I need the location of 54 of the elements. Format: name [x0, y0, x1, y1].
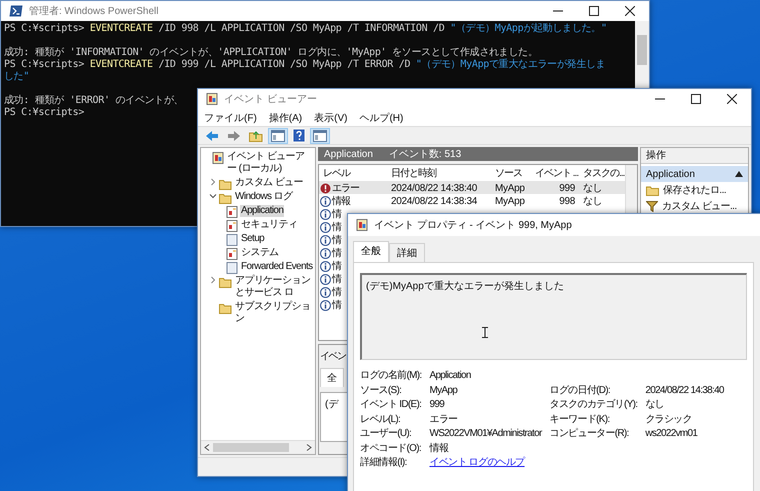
window-title: イベント ビューアー [224, 93, 318, 106]
console-line: 成功: 種類が 'ERROR' のイベントが、 [4, 94, 184, 107]
actions-header: 操作 [641, 148, 748, 164]
level-text: 情報 [332, 194, 350, 208]
console-line: PS C:¥scripts> [4, 107, 84, 119]
field-value: ws2022vm01 [645, 428, 698, 440]
field-label: イベント ID(E): [360, 399, 422, 411]
field-label: キーワード(K): [550, 414, 610, 426]
window-title: 管理者: Windows PowerShell [29, 4, 160, 18]
field-value: クラシック [645, 414, 692, 426]
level-text: 情 [332, 260, 341, 273]
field-value: 999 [429, 399, 444, 411]
console-line: した" [4, 71, 30, 83]
table-cell-text: 2024/08/22 14:38:34 [390, 196, 478, 206]
field-value: なし [645, 399, 664, 411]
field-value: MyApp [429, 384, 458, 396]
field-label: 詳細情報(I): [360, 457, 407, 469]
table-cell-text: MyApp [494, 182, 526, 194]
field-label: ソース(S): [360, 384, 402, 396]
console-line: PS C:¥scripts> EVENTCREATE /ID 998 /L APPLICATION /SO MyApp /T INFORMATION /D "（デモ）MyAppが起動しました。" [4, 23, 607, 35]
panel-title: イベン [320, 350, 346, 363]
table-cell-text: 2024/08/22 14:38:40 [390, 182, 478, 194]
event-count: イベント数: 513 [388, 148, 462, 161]
field-value: エラー [429, 414, 458, 426]
table-cell-text: なし [582, 195, 604, 208]
console-line: PS C:¥scripts> EVENTCREATE /ID 999 /L APPLICATION /SO MyApp /T ERROR /D "（デモ）MyAppで重大なエラーが発生しま [4, 59, 606, 71]
field-label: ログの名前(M): [360, 370, 422, 382]
field-value: WS2022VM01¥Administrator [429, 428, 542, 440]
table-cell-text: なし [582, 182, 604, 195]
field-label: レベル(L): [360, 414, 400, 426]
level-text: 情 [332, 272, 341, 286]
level-text: 情 [332, 234, 341, 247]
field-label: ユーザー(U): [360, 428, 412, 440]
field-label: コンピューター(R): [550, 428, 629, 440]
console-line: 成功: 種類が 'INFORMATION' のイベントが、'APPLICATION' ログ内に、'MyApp' をソースとして作成されました。 [4, 46, 538, 58]
message-text: (デモ)MyAppで重大なエラーが発生しました [366, 281, 564, 292]
field-label: タスクのカテゴリ(Y): [550, 399, 638, 411]
level-text: エラー [332, 182, 359, 195]
table-cell-text: 999 [558, 182, 576, 194]
level-text: 情 [332, 220, 341, 234]
level-text: 情 [332, 246, 341, 260]
dialog-title: イベント プロパティ - イベント 999, MyApp [374, 218, 573, 232]
level-text: 情 [332, 298, 341, 312]
field-label: オペコード(O): [360, 442, 421, 454]
table-cell-text: MyApp [494, 196, 526, 206]
field-label: ログの日付(D): [550, 384, 610, 396]
field-value: Application [429, 370, 471, 382]
field-value: 情報 [429, 442, 448, 454]
message-text: (デ [325, 399, 338, 410]
level-text: 情 [332, 208, 341, 221]
table-cell-text: 998 [558, 196, 576, 206]
level-text: 情 [332, 286, 341, 299]
log-name: Application [324, 148, 373, 160]
field-value: 2024/08/22 14:38:40 [645, 384, 724, 396]
